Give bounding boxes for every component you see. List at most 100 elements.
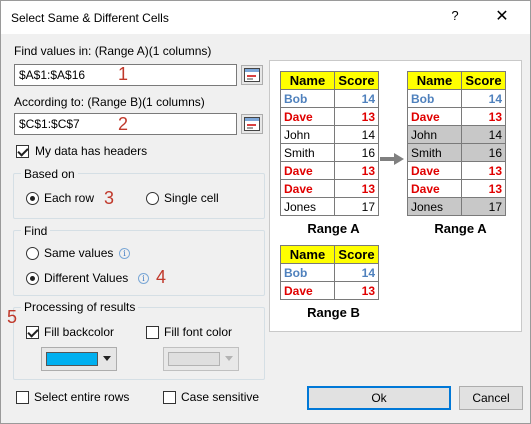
select-entire-rows-checkbox[interactable] <box>16 391 29 404</box>
fill-fontcolor-checkbox[interactable] <box>146 326 159 339</box>
range-a-result-table: Name Score Bob 14 Dave 13 John 14 Smith 16 Dave 13 D… <box>407 71 506 216</box>
radio-single-cell[interactable] <box>146 192 159 205</box>
score-cell: 16 <box>334 143 379 162</box>
score-cell: 13 <box>334 281 379 300</box>
according-to-label: According to: (Range B)(1 columns) <box>14 95 205 109</box>
column-header: Score <box>334 245 379 264</box>
range-select-icon <box>244 117 260 131</box>
table-row: Dave 13 <box>280 281 379 300</box>
score-cell: 13 <box>334 179 379 198</box>
fontcolor-swatch <box>168 352 220 366</box>
score-cell: 14 <box>461 89 506 108</box>
headers-checkbox-label: My data has headers <box>35 144 148 158</box>
headers-checkbox[interactable] <box>16 145 29 158</box>
backcolor-picker[interactable] <box>41 347 117 371</box>
step-5-marker: 5 <box>7 307 18 327</box>
range-a-result-caption: Range A <box>434 221 487 236</box>
column-header: Name <box>280 245 335 264</box>
processing-title: Processing of results <box>21 300 139 314</box>
preview-panel: Name Score Bob 14 Dave 13 John 14 Smith 16 Dave 13 D… <box>269 60 522 332</box>
table-row: Bob 14 <box>280 263 379 282</box>
case-sensitive-checkbox[interactable] <box>163 391 176 404</box>
dialog-window: Select Same & Different Cells ? ✕ Find v… <box>0 0 531 424</box>
column-header: Name <box>280 71 335 90</box>
score-cell: 13 <box>461 179 506 198</box>
range-b-select-button[interactable] <box>241 114 263 134</box>
fill-fontcolor-label: Fill font color <box>164 325 233 339</box>
score-cell: 13 <box>334 107 379 126</box>
fill-backcolor-label: Fill backcolor <box>44 325 115 339</box>
radio-different-values-label: Different Values <box>44 271 129 285</box>
name-cell: Bob <box>280 263 335 282</box>
radio-same-values-label: Same values <box>44 246 114 260</box>
table-header-row: Name Score <box>407 71 506 90</box>
table-row: Dave 13 <box>407 179 506 198</box>
chevron-down-icon <box>225 356 233 361</box>
based-on-title: Based on <box>21 167 78 181</box>
name-cell: Dave <box>407 161 462 180</box>
score-cell: 17 <box>334 197 379 216</box>
column-header: Score <box>461 71 506 90</box>
column-header: Name <box>407 71 462 90</box>
radio-single-cell-label: Single cell <box>164 191 219 205</box>
radio-each-row-label: Each row <box>44 191 95 205</box>
step-4-marker: 4 <box>156 267 167 287</box>
table-row: Jones 17 <box>407 197 506 216</box>
table-row: Dave 13 <box>407 161 506 180</box>
name-cell: Bob <box>280 89 335 108</box>
range-b-caption: Range B <box>307 305 360 320</box>
same-values-info-icon[interactable]: i <box>119 248 130 259</box>
fontcolor-picker[interactable] <box>163 347 239 371</box>
table-row: Bob 14 <box>407 89 506 108</box>
radio-each-row[interactable] <box>26 192 39 205</box>
table-row: Dave 13 <box>280 107 379 126</box>
name-cell: Bob <box>407 89 462 108</box>
table-header-row: Name Score <box>280 245 379 264</box>
name-cell: John <box>407 125 462 144</box>
select-entire-rows-label: Select entire rows <box>34 390 130 404</box>
table-row: Dave 13 <box>280 161 379 180</box>
table-row: Jones 17 <box>280 197 379 216</box>
score-cell: 14 <box>334 89 379 108</box>
title-bar: Select Same & Different Cells ? ✕ <box>1 1 530 34</box>
ok-button[interactable]: Ok <box>307 386 451 410</box>
table-row: Dave 13 <box>280 179 379 198</box>
name-cell: Dave <box>280 179 335 198</box>
backcolor-swatch <box>46 352 98 366</box>
name-cell: Dave <box>407 107 462 126</box>
case-sensitive-label: Case sensitive <box>181 390 260 404</box>
help-button[interactable]: ? <box>444 8 466 28</box>
range-a-caption: Range A <box>307 221 360 236</box>
name-cell: Smith <box>280 143 335 162</box>
score-cell: 17 <box>461 197 506 216</box>
different-values-info-icon[interactable]: i <box>138 273 149 284</box>
find-values-label: Find values in: (Range A)(1 columns) <box>14 44 212 58</box>
range-a-table: Name Score Bob 14 Dave 13 John 14 Smith 16 Dave 13 D… <box>280 71 379 216</box>
name-cell: Dave <box>280 281 335 300</box>
cancel-button[interactable]: Cancel <box>459 386 523 410</box>
close-icon[interactable]: ✕ <box>489 6 515 28</box>
radio-different-values[interactable] <box>26 272 39 285</box>
score-cell: 14 <box>334 125 379 144</box>
score-cell: 13 <box>334 161 379 180</box>
radio-same-values[interactable] <box>26 247 39 260</box>
fill-backcolor-checkbox[interactable] <box>26 326 39 339</box>
name-cell: Dave <box>280 161 335 180</box>
dialog-title: Select Same & Different Cells <box>11 11 169 25</box>
range-b-table: Name Score Bob 14 Dave 13 <box>280 245 379 300</box>
chevron-down-icon <box>103 356 111 361</box>
find-group <box>13 230 265 296</box>
range-a-select-button[interactable] <box>241 65 263 85</box>
table-row: Dave 13 <box>407 107 506 126</box>
table-header-row: Name Score <box>280 71 379 90</box>
step-1-marker: 1 <box>118 64 129 84</box>
table-row: Smith 16 <box>407 143 506 162</box>
arrow-right-icon <box>380 153 404 165</box>
range-select-icon <box>244 68 260 82</box>
score-cell: 14 <box>461 125 506 144</box>
name-cell: Smith <box>407 143 462 162</box>
find-title: Find <box>21 224 51 238</box>
name-cell: John <box>280 125 335 144</box>
step-3-marker: 3 <box>104 188 115 208</box>
score-cell: 16 <box>461 143 506 162</box>
